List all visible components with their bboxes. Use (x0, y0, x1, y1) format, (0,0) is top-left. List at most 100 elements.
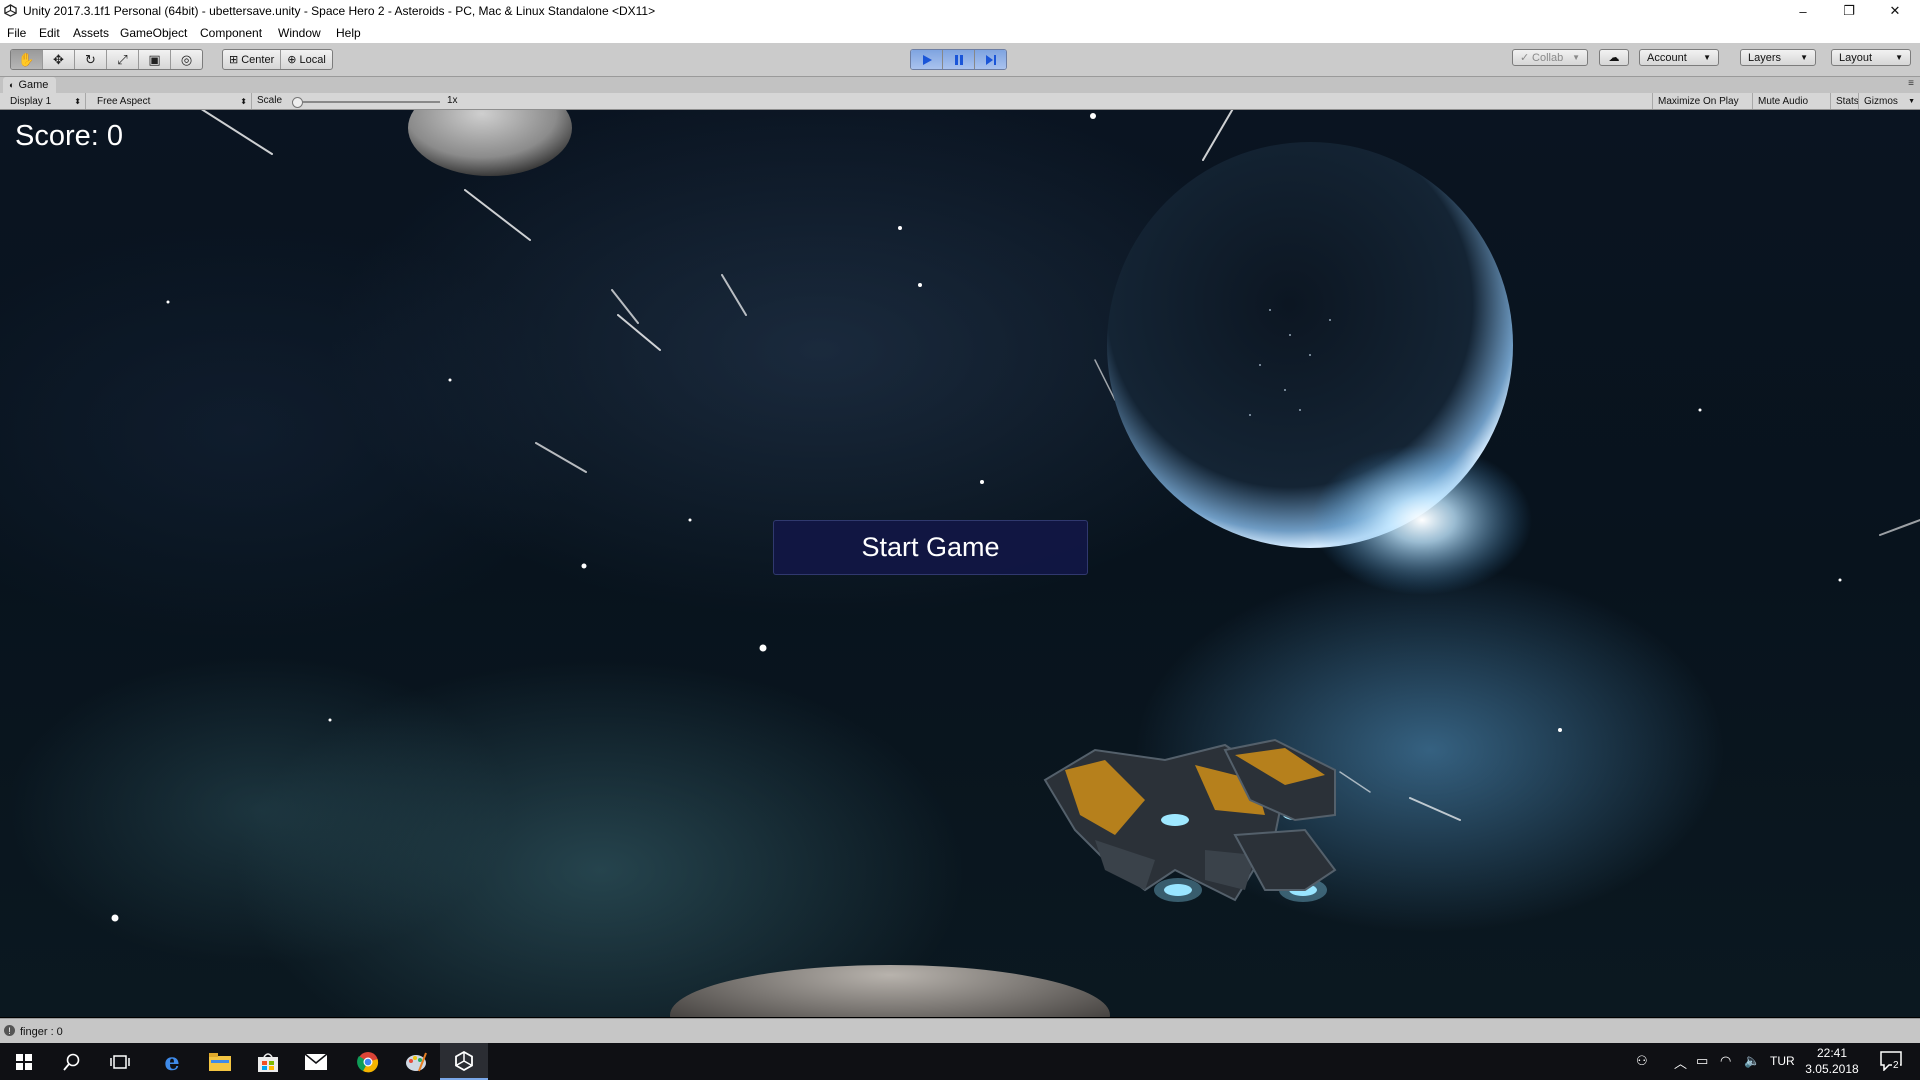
menu-edit[interactable]: Edit (39, 26, 60, 40)
rotate-tool-icon[interactable]: ↻ (75, 50, 107, 69)
scale-slider[interactable] (292, 97, 440, 108)
pivot-center-icon: ⊞ (229, 54, 239, 66)
menu-component[interactable]: Component (200, 26, 262, 40)
notification-icon[interactable]: 2 (1880, 1051, 1902, 1074)
pause-icon (954, 54, 963, 65)
windows-start-icon[interactable] (0, 1043, 48, 1080)
start-game-button[interactable]: Start Game (773, 520, 1088, 575)
main-toolbar: ✋ ✥ ↻ ⤢ ▣ ◎ ⊞ Center ⊕ Local ✓ Collab ▼ … (0, 43, 1920, 77)
console-message: finger : 0 (20, 1026, 63, 1038)
play-icon (922, 54, 932, 65)
menu-bar: File Edit Assets GameObject Component Wi… (0, 22, 1920, 43)
file-explorer-icon[interactable] (196, 1043, 244, 1080)
chevron-up-icon[interactable]: ︿ (1674, 1053, 1687, 1072)
display-label: Display 1 (10, 95, 52, 107)
display-dropdown[interactable]: Display 1 ⬍ (0, 93, 86, 109)
pivot-local-label: Local (299, 53, 326, 66)
chrome-icon[interactable] (344, 1043, 392, 1080)
scale-label: Scale (257, 95, 283, 106)
panel-menu-icon[interactable]: ≡ (1908, 78, 1914, 89)
layout-label: Layout (1839, 51, 1873, 64)
updown-icon: ⬍ (240, 96, 247, 106)
menu-help[interactable]: Help (336, 26, 361, 40)
close-button[interactable]: ✕ (1872, 0, 1918, 22)
task-view-icon[interactable] (96, 1043, 144, 1080)
pivot-center-label: Center (241, 53, 275, 66)
scale-slider-knob[interactable] (292, 97, 303, 108)
menu-window[interactable]: Window (278, 26, 321, 40)
chevron-down-icon: ▼ (1572, 53, 1580, 62)
game-view[interactable]: Score: 0 Start Game (0, 110, 1920, 1017)
mute-audio-toggle[interactable]: Mute Audio (1752, 93, 1813, 109)
pause-button[interactable] (943, 50, 975, 69)
info-icon: ! (4, 1025, 15, 1036)
clock-time: 22:41 (1816, 1046, 1848, 1060)
scale-value: 1x (447, 95, 458, 106)
notification-count: 2 (1892, 1060, 1900, 1071)
tab-game[interactable]: ◐ Game (3, 77, 57, 93)
cloud-icon: ☁ (1608, 52, 1620, 64)
title-bar: Unity 2017.3.1f1 Personal (64bit) - ubet… (0, 0, 1920, 22)
clock[interactable]: 22:41 3.05.2018 (1800, 1045, 1864, 1077)
cloud-services-button[interactable]: ☁ (1599, 49, 1629, 66)
updown-icon: ⬍ (74, 96, 81, 106)
battery-icon[interactable]: ▭ (1696, 1053, 1708, 1069)
hand-tool-icon[interactable]: ✋ (11, 50, 43, 69)
step-icon (985, 54, 996, 65)
pivot-center-button[interactable]: ⊞ Center (223, 50, 282, 69)
chevron-down-icon: ▼ (1703, 53, 1711, 62)
paint-icon[interactable] (392, 1043, 440, 1080)
account-dropdown[interactable]: Account ▼ (1639, 49, 1719, 66)
volume-icon[interactable]: 🔈 (1744, 1053, 1760, 1069)
pivot-local-button[interactable]: ⊕ Local (281, 50, 332, 69)
windows-taskbar: e ⚇ ︿ ▭ ◠ 🔈 TUR 22:41 3.05.2018 2 (0, 1043, 1920, 1080)
game-controller-icon: ◐ (9, 80, 15, 90)
light-flare (1312, 445, 1532, 595)
asteroid (408, 110, 572, 176)
score-text: Score: 0 (15, 120, 123, 152)
minimize-button[interactable]: – (1780, 0, 1826, 22)
language-indicator[interactable]: TUR (1770, 1054, 1795, 1068)
layers-label: Layers (1748, 51, 1782, 64)
transform-tools: ✋ ✥ ↻ ⤢ ▣ ◎ (10, 49, 203, 70)
menu-file[interactable]: File (7, 26, 26, 40)
account-label: Account (1647, 51, 1687, 64)
maximize-on-play-toggle[interactable]: Maximize On Play (1652, 93, 1744, 109)
edge-icon[interactable]: e (148, 1043, 196, 1080)
play-button[interactable] (911, 50, 943, 69)
collab-dropdown[interactable]: ✓ Collab ▼ (1512, 49, 1588, 66)
console-status-bar[interactable]: ! finger : 0 (0, 1018, 1920, 1044)
search-icon[interactable] (48, 1043, 96, 1080)
scale-tool-icon[interactable]: ⤢ (107, 50, 139, 69)
spaceship (1043, 738, 1337, 902)
restore-button[interactable]: ❐ (1826, 0, 1872, 22)
unity-icon[interactable] (440, 1043, 488, 1080)
tab-game-label: Game (18, 79, 49, 91)
gizmos-dropdown[interactable]: Gizmos ▼ (1858, 93, 1920, 109)
chevron-down-icon: ▼ (1908, 97, 1915, 105)
chevron-down-icon: ▼ (1895, 53, 1903, 62)
meteor-streaks (200, 110, 1920, 821)
gizmos-label: Gizmos (1864, 95, 1898, 107)
clock-date: 3.05.2018 (1805, 1062, 1859, 1076)
rect-tool-icon[interactable]: ▣ (139, 50, 171, 69)
collab-label: Collab (1532, 51, 1564, 64)
game-view-toolbar: Display 1 ⬍ Free Aspect ⬍ Scale 1x Maxim… (0, 93, 1920, 110)
move-tool-icon[interactable]: ✥ (43, 50, 75, 69)
menu-assets[interactable]: Assets (73, 26, 109, 40)
aspect-label: Free Aspect (97, 95, 151, 107)
store-icon[interactable] (244, 1043, 292, 1080)
panel-tab-bar: ◐ Game ≡ (0, 77, 1920, 93)
collab-check-icon: ✓ (1520, 52, 1530, 64)
playback-controls (910, 49, 1007, 70)
layout-dropdown[interactable]: Layout ▼ (1831, 49, 1911, 66)
moon-surface (670, 965, 1110, 1017)
aspect-dropdown[interactable]: Free Aspect ⬍ (86, 93, 252, 109)
people-icon[interactable]: ⚇ (1636, 1053, 1648, 1069)
step-button[interactable] (975, 50, 1006, 69)
layers-dropdown[interactable]: Layers ▼ (1740, 49, 1816, 66)
menu-gameobject[interactable]: GameObject (120, 26, 187, 40)
transform-tool-icon[interactable]: ◎ (171, 50, 202, 69)
mail-icon[interactable] (292, 1043, 340, 1080)
wifi-icon[interactable]: ◠ (1720, 1053, 1731, 1069)
